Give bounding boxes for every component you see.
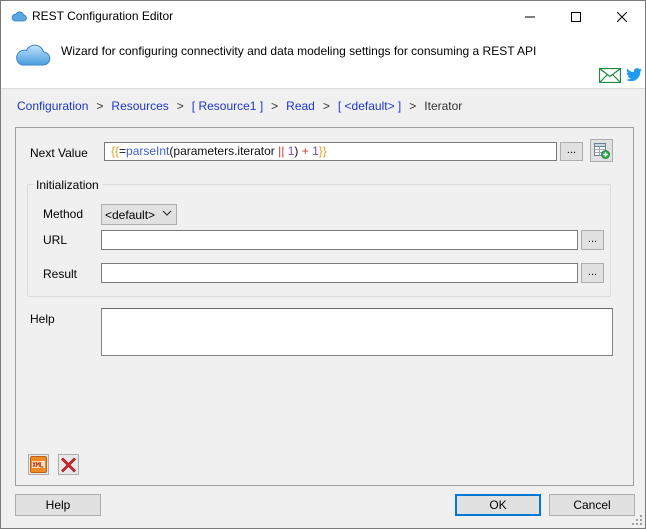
next-value-browse-button[interactable]: ... xyxy=(560,142,583,161)
xml-button[interactable] xyxy=(28,454,49,475)
url-browse-button[interactable]: ... xyxy=(581,230,604,250)
close-button[interactable] xyxy=(599,1,645,32)
title-bar: REST Configuration Editor xyxy=(1,1,645,32)
expr-paren-close: ) xyxy=(294,144,299,158)
window-title: REST Configuration Editor xyxy=(32,9,174,23)
expr-or-operator: || xyxy=(278,144,285,158)
breadcrumb-separator: > xyxy=(322,99,330,113)
result-input[interactable] xyxy=(101,263,578,283)
expr-open-braces: {{ xyxy=(111,144,120,158)
expr-close-braces: }} xyxy=(318,144,327,158)
cancel-button[interactable]: Cancel xyxy=(549,494,635,516)
cloud-icon xyxy=(11,11,27,22)
expr-equals: = xyxy=(119,144,127,158)
minimize-button[interactable] xyxy=(507,1,553,32)
next-value-expression-input[interactable]: {{=parseInt(parameters.iterator || 1) + … xyxy=(104,142,557,161)
url-label: URL xyxy=(43,233,68,247)
xml-icon xyxy=(30,456,47,473)
wizard-description: Wizard for configuring connectivity and … xyxy=(61,44,537,58)
maximize-icon xyxy=(571,11,581,22)
method-selected-value: <default> xyxy=(105,208,156,222)
delete-button[interactable] xyxy=(58,454,79,475)
resize-grip-icon[interactable] xyxy=(632,515,643,526)
twitter-bird-icon[interactable] xyxy=(626,68,642,82)
result-browse-button[interactable]: ... xyxy=(581,263,604,283)
rest-config-editor-window: REST Configuration Editor Wizard for con… xyxy=(0,0,646,529)
expr-plus-operator: + xyxy=(301,144,309,158)
expr-argument: parameters.iterator xyxy=(173,144,275,158)
breadcrumb-default[interactable]: [ <default> ] xyxy=(338,99,401,113)
method-label: Method xyxy=(43,207,84,221)
header-divider xyxy=(1,88,645,89)
breadcrumb-separator: > xyxy=(176,99,184,113)
breadcrumb-resource1[interactable]: [ Resource1 ] xyxy=(192,99,263,113)
main-panel xyxy=(15,127,634,486)
help-label: Help xyxy=(30,312,55,326)
ok-button[interactable]: OK xyxy=(455,494,541,516)
breadcrumb-separator: > xyxy=(96,99,104,113)
expr-number: 1 xyxy=(312,144,319,158)
expr-function: parseInt xyxy=(126,144,170,158)
add-table-icon xyxy=(594,143,610,159)
add-field-button[interactable] xyxy=(590,139,613,162)
help-textarea[interactable] xyxy=(101,308,613,356)
breadcrumb-separator: > xyxy=(271,99,279,113)
red-x-icon xyxy=(61,457,76,473)
next-value-label: Next Value xyxy=(30,146,88,160)
result-label: Result xyxy=(43,267,78,281)
wizard-header: Wizard for configuring connectivity and … xyxy=(1,32,645,88)
chevron-down-icon xyxy=(162,210,172,216)
url-input[interactable] xyxy=(101,230,578,250)
breadcrumb-separator: > xyxy=(409,99,417,113)
minimize-icon xyxy=(525,16,535,17)
close-icon xyxy=(617,11,627,22)
breadcrumb-current-iterator: Iterator xyxy=(424,99,463,113)
mail-icon[interactable] xyxy=(599,68,621,83)
breadcrumb-read[interactable]: Read xyxy=(286,99,315,113)
cloud-icon xyxy=(16,44,51,66)
breadcrumb: Configuration > Resources > [ Resource1 ] > Re… xyxy=(17,99,462,113)
method-select[interactable]: <default> xyxy=(101,204,177,225)
maximize-button[interactable] xyxy=(553,1,599,32)
breadcrumb-resources[interactable]: Resources xyxy=(111,99,168,113)
help-button[interactable]: Help xyxy=(15,494,101,516)
initialization-group-title: Initialization xyxy=(33,178,102,192)
breadcrumb-configuration[interactable]: Configuration xyxy=(17,99,88,113)
